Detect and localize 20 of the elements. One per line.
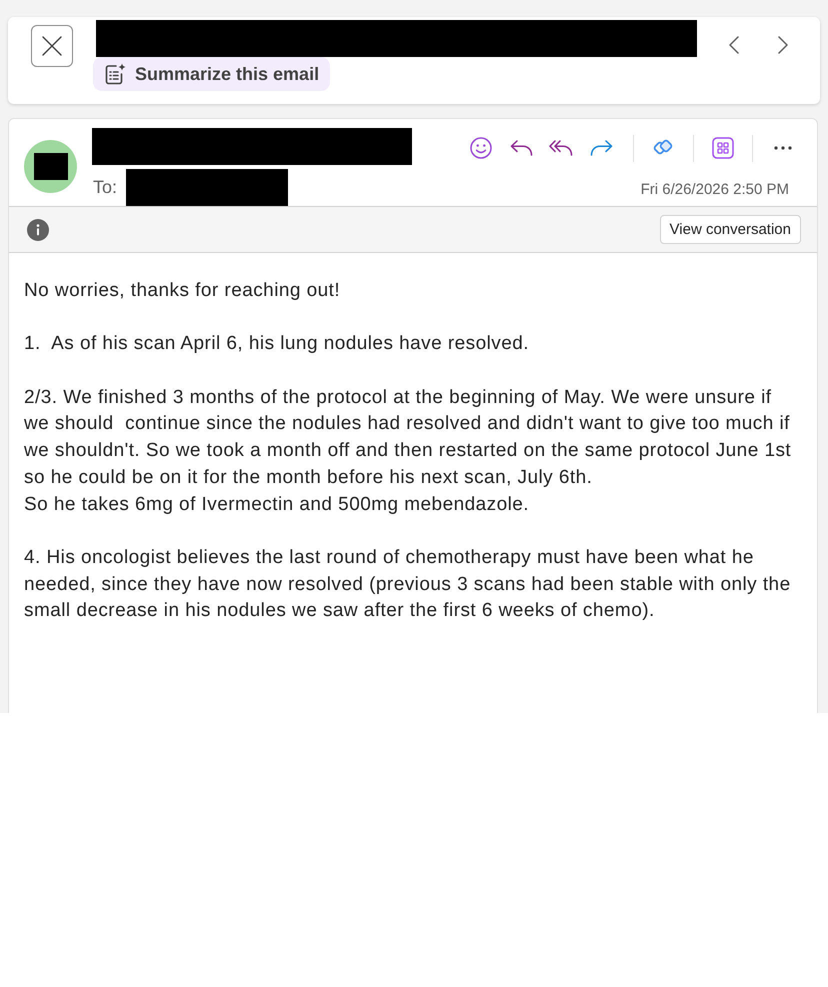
summarize-button[interactable]: Summarize this email <box>93 57 330 91</box>
more-icon <box>774 146 792 150</box>
reply-icon <box>510 140 532 156</box>
chevron-left-icon <box>728 36 740 54</box>
close-button[interactable] <box>31 25 73 67</box>
chevron-right-icon <box>777 36 789 54</box>
sparkle-list-icon <box>104 63 126 85</box>
message-date: Fri 6/26/2026 2:50 PM <box>640 181 789 198</box>
reply-all-icon <box>549 140 573 156</box>
body-paragraph: 4. His oncologist believes the last round of chemotherapy must have been what he needed, since they have now resolved (previous 3 scans had been stable with only the small decrease in his nodules we saw after the first 6 weeks of chemo). <box>24 546 792 624</box>
smiley-icon <box>470 137 492 159</box>
body-paragraph: 1. As of his scan April 6, his lung nodules have resolved. <box>24 332 530 356</box>
view-conversation-button[interactable]: View conversation <box>660 215 801 244</box>
body-paragraph: No worries, thanks for reaching out! <box>24 279 342 303</box>
body-paragraph: 2/3. We finished 3 months of the protocol at the beginning of May. We were unsure if we should continue since the nodules had resolved and didn't want to give too much if we shouldn't. So we took a month off and then restarted on the same protocol June 1st so he could be on it for the month before his next scan, July 6th. So he takes 6mg of Ivermectin and 500mg mebendazole. <box>24 386 792 517</box>
to-label: To: <box>93 177 118 198</box>
apps-icon <box>712 137 734 159</box>
forward-icon <box>590 140 612 156</box>
close-icon <box>42 36 62 56</box>
info-icon <box>27 218 49 240</box>
